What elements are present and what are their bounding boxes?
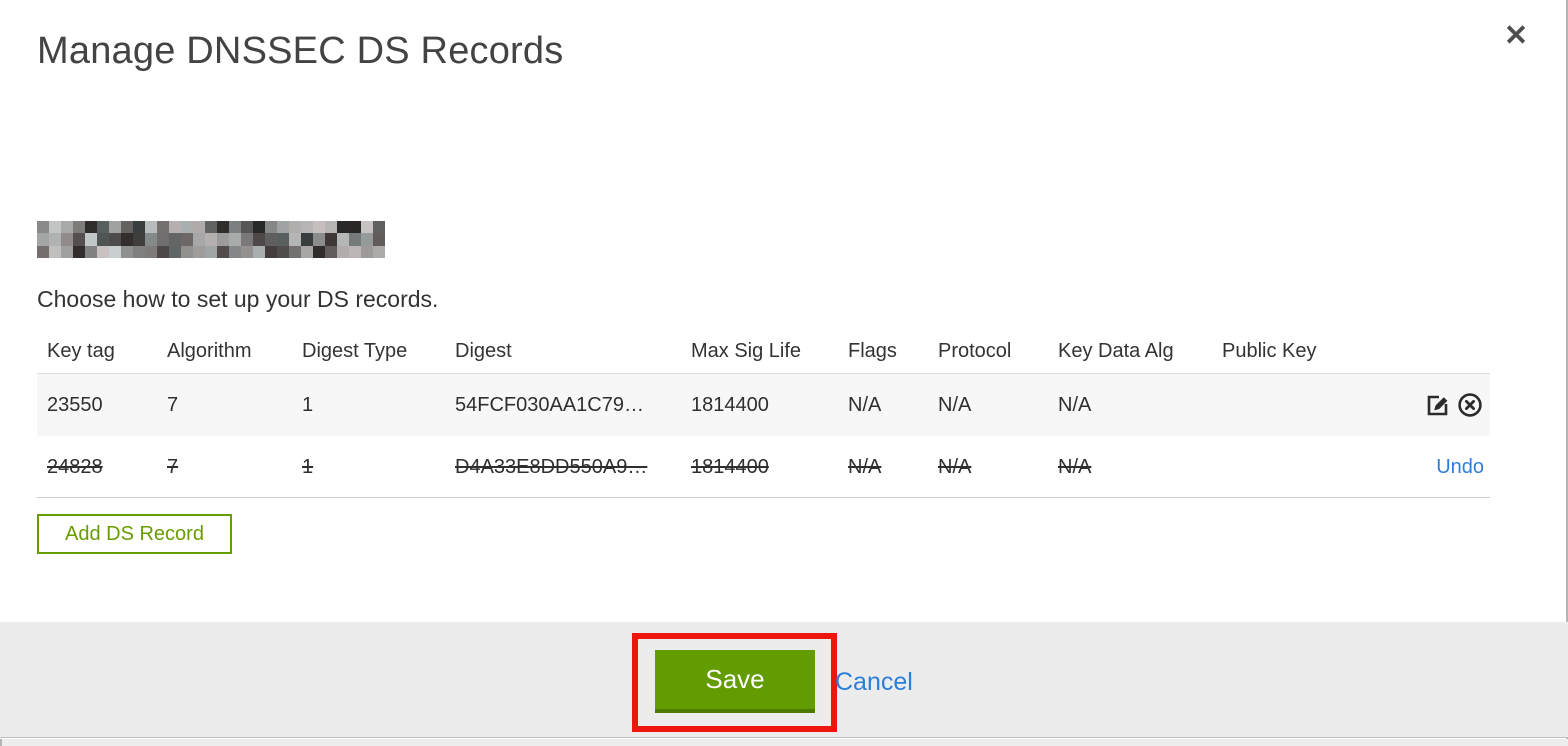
col-header-public-key: Public Key [1222,340,1317,362]
cell-protocol: N/A [938,393,972,416]
redacted-domain-name [37,221,385,258]
col-header-digest: Digest [455,340,512,362]
cell-digest: 54FCF030AA1C79… [455,393,644,416]
col-header-algorithm: Algorithm [167,340,252,362]
table-header-row: Key tag Algorithm Digest Type Digest Max… [37,330,1490,374]
cell-max-sig-life: 1814400 [691,455,769,478]
page-title: Manage DNSSEC DS Records [37,30,564,72]
col-header-key-data-alg: Key Data Alg [1058,340,1174,362]
cell-digest: D4A33E8DD550A9… [455,455,648,478]
undo-link[interactable]: Undo [1436,456,1484,479]
delete-record-button[interactable] [1456,391,1484,419]
cell-algorithm: 7 [167,393,179,416]
cell-digest-type: 1 [302,393,314,416]
row-actions [1340,391,1490,419]
cell-flags: N/A [848,455,882,478]
col-header-flags: Flags [848,340,897,362]
modal-footer: Save Cancel [0,622,1568,738]
edit-icon [1427,395,1448,416]
edit-record-button[interactable] [1423,391,1451,419]
delete-icon [1458,393,1482,417]
page-background-strip [0,739,1568,746]
save-button-highlight-annotation: Save [632,633,837,732]
cell-protocol: N/A [938,455,972,478]
cell-flags: N/A [848,393,882,416]
cell-digest-type: 1 [302,455,314,478]
close-icon[interactable]: ✕ [1498,18,1534,54]
table-row-deleted: 24828 7 1 D4A33E8DD550A9… 1814400 N/A N/… [37,436,1490,498]
col-header-max-sig-life: Max Sig Life [691,340,802,362]
cell-algorithm: 7 [167,455,179,478]
cell-key-tag: 24828 [47,455,103,478]
cell-key-data-alg: N/A [1058,455,1092,478]
instruction-text: Choose how to set up your DS records. [37,286,439,312]
row-actions: Undo [1340,456,1490,479]
manage-dnssec-modal: Manage DNSSEC DS Records ✕ Choose how to… [0,0,1568,746]
cell-key-tag: 23550 [47,393,103,416]
add-ds-record-button[interactable]: Add DS Record [37,514,232,554]
col-header-key-tag: Key tag [47,340,115,362]
col-header-digest-type: Digest Type [302,340,408,362]
ds-records-table: Key tag Algorithm Digest Type Digest Max… [37,330,1490,498]
save-button[interactable]: Save [655,650,815,713]
cell-key-data-alg: N/A [1058,393,1092,416]
cancel-link[interactable]: Cancel [835,668,913,697]
table-row: 23550 7 1 54FCF030AA1C79… 1814400 N/A N/… [37,374,1490,436]
cell-max-sig-life: 1814400 [691,393,769,416]
col-header-protocol: Protocol [938,340,1012,362]
page: { "modal": { "title": "Manage DNSSEC DS … [0,0,1568,746]
